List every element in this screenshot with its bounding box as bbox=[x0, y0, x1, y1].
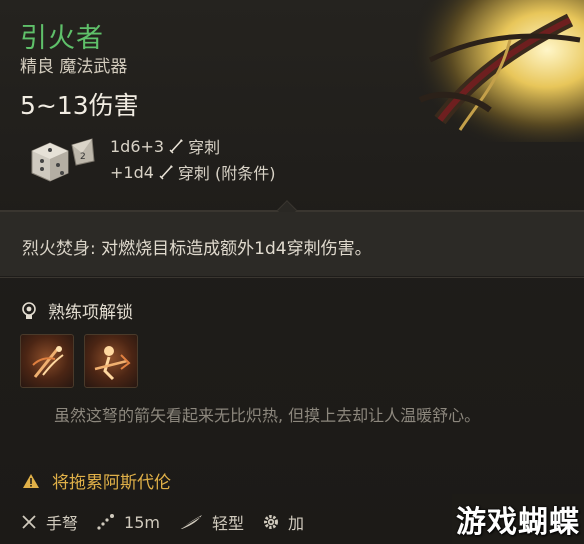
mobile-shot-icon bbox=[94, 346, 131, 381]
proficiency-icon bbox=[22, 301, 36, 319]
crossed-weapons-icon bbox=[22, 515, 36, 529]
gear-icon bbox=[263, 515, 278, 529]
passive-name: 烈火焚身: bbox=[22, 239, 96, 259]
item-rarity-type: 精良 魔法武器 bbox=[20, 57, 128, 77]
range-icon bbox=[97, 514, 115, 530]
piercing-damage-icon bbox=[169, 139, 184, 154]
extra-property-label: 加 bbox=[287, 514, 304, 533]
passive-description: 对燃烧目标造成额外1d4穿刺伤害。 bbox=[101, 239, 372, 259]
passive-divider bbox=[0, 277, 584, 278]
proficiency-tile-1[interactable] bbox=[20, 334, 74, 388]
piercing-damage-icon bbox=[159, 165, 173, 180]
roll-formula: 1d6+3 bbox=[110, 136, 165, 156]
item-footer: 手弩 15m 轻型 加 bbox=[20, 510, 322, 534]
flavor-text: 虽然这弩的箭矢看起来无比炽热, 但摸上去却让人温暖舒心。 bbox=[54, 406, 481, 425]
dice-icon: 2 bbox=[31, 138, 95, 182]
svg-text:2: 2 bbox=[80, 152, 86, 162]
weapon-type-label: 手弩 bbox=[46, 514, 79, 533]
weight-class: 轻型 bbox=[178, 510, 244, 534]
weapon-range-value: 15m bbox=[124, 512, 160, 532]
weight-class-label: 轻型 bbox=[211, 514, 244, 533]
proficiency-tiles bbox=[20, 334, 138, 388]
roll-damage-type: 穿刺 (附条件) bbox=[177, 164, 276, 183]
warning-text: 将拖累阿斯代伦 bbox=[52, 473, 171, 493]
passive-effect: 烈火焚身: 对燃烧目标造成额外1d4穿刺伤害。 bbox=[22, 234, 372, 259]
damage-roll-1: 1d6+3 穿刺 bbox=[110, 134, 220, 158]
roll-formula: +1d4 bbox=[110, 162, 154, 182]
proficiency-heading-label: 熟练项解锁 bbox=[48, 303, 133, 323]
proficiency-heading: 熟练项解锁 bbox=[20, 298, 133, 323]
warning-icon bbox=[23, 473, 39, 488]
feather-icon bbox=[179, 515, 202, 530]
piercing-shot-icon bbox=[32, 346, 64, 378]
item-name: 引火者 bbox=[20, 23, 104, 54]
damage-roll-2: +1d4 穿刺 (附条件) bbox=[110, 160, 276, 184]
weapon-range: 15m bbox=[96, 513, 160, 532]
roll-damage-type: 穿刺 bbox=[188, 138, 221, 157]
extra-property: 加 bbox=[262, 510, 304, 534]
weapon-type: 手弩 bbox=[20, 510, 78, 534]
item-tooltip: 引火者 精良 魔法武器 5~13伤害 2 1d6+3 穿刺 +1d4 穿刺 (附… bbox=[0, 0, 584, 544]
tooltip-header: 引火者 精良 魔法武器 5~13伤害 2 1d6+3 穿刺 +1d4 穿刺 (附… bbox=[0, 0, 584, 210]
item-damage-range: 5~13伤害 bbox=[20, 91, 139, 120]
proficiency-tile-2[interactable] bbox=[84, 334, 138, 388]
site-watermark: 游戏蝴蝶 bbox=[452, 494, 584, 544]
hand-crossbow-art bbox=[400, 0, 584, 142]
companion-warning: 将拖累阿斯代伦 bbox=[22, 468, 171, 493]
passive-effect-panel: 烈火焚身: 对燃烧目标造成额外1d4穿刺伤害。 bbox=[0, 212, 584, 276]
